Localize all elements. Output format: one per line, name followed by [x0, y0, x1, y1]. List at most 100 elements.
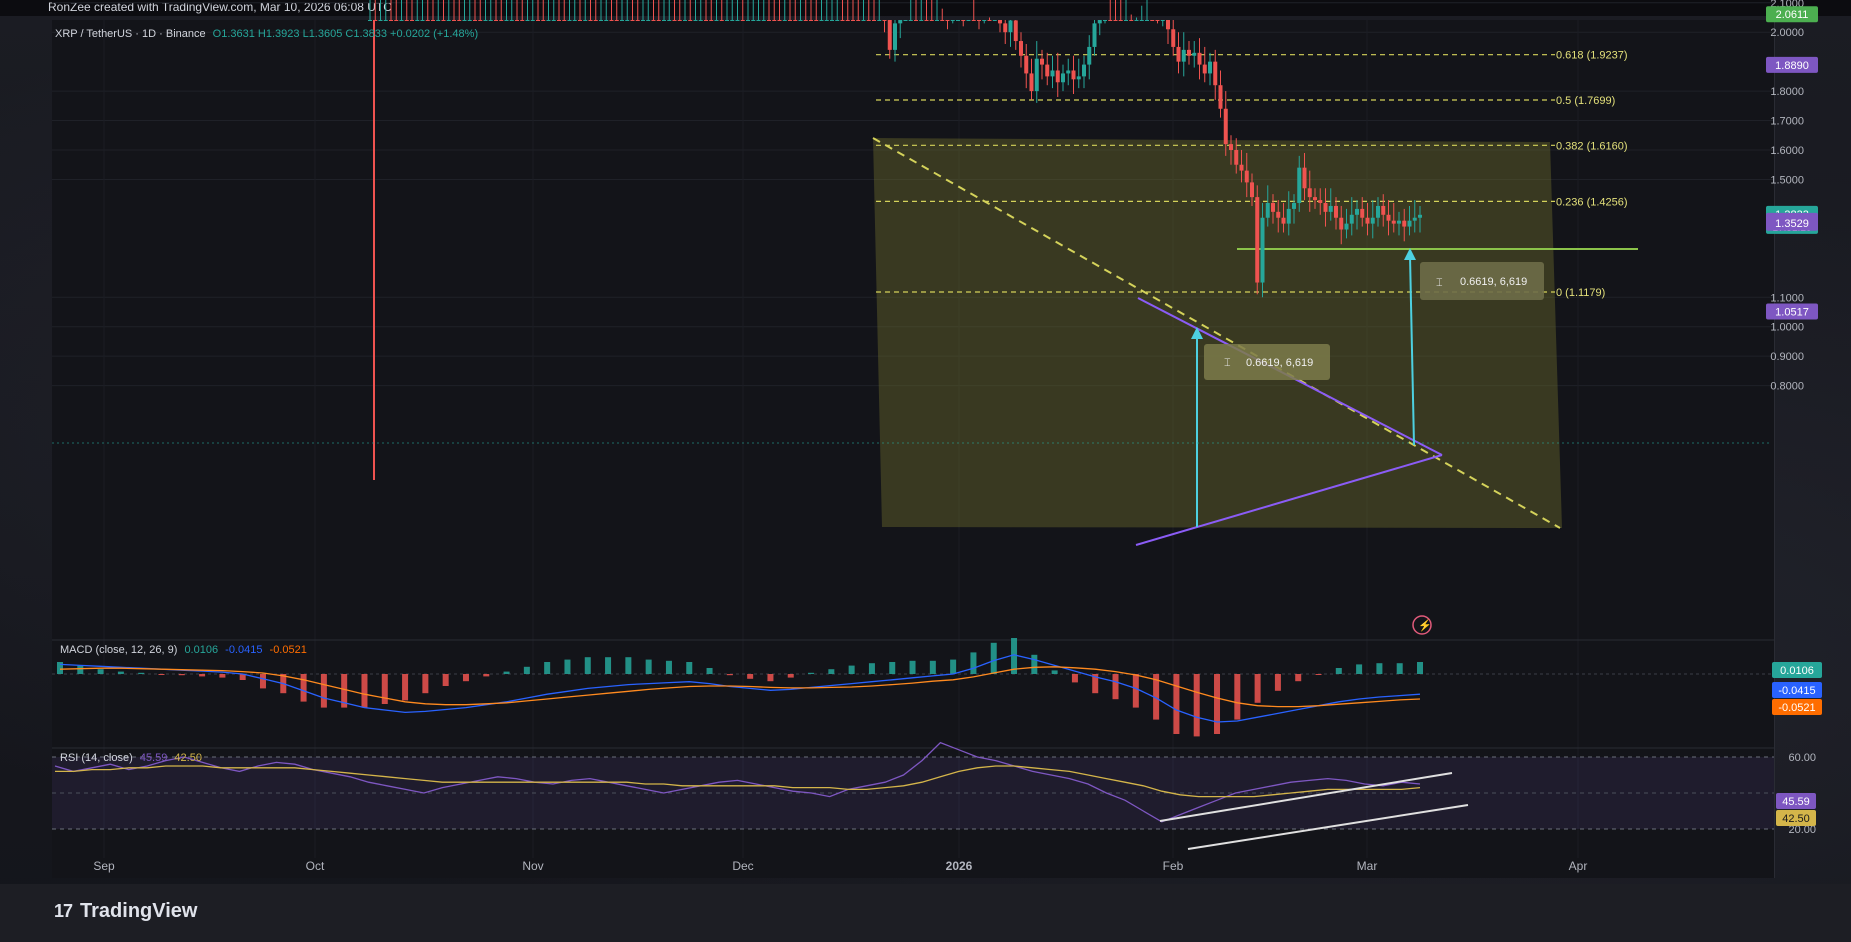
- macd-histogram-bar: [787, 674, 794, 678]
- candle-body: [520, 20, 525, 21]
- candle-body: [1192, 52, 1197, 56]
- candle-body: [499, 20, 504, 21]
- price-chart[interactable]: 1 (2.4218)0.786 (2.1428)0.618 (1.9237)0.…: [0, 0, 1851, 942]
- symbol-title: XRP / TetherUS · 1D · Binance: [55, 28, 206, 40]
- price-badge-value: 1.0517: [1775, 306, 1809, 318]
- macd-histogram-bar: [1335, 668, 1342, 674]
- measure-label-box-1[interactable]: ⌶ 0.6619, 6,619: [1204, 344, 1330, 380]
- candle-body: [562, 20, 567, 21]
- rsi-tick-label: 60.00: [1788, 752, 1816, 764]
- candle-body: [1365, 217, 1370, 224]
- candle-body: [1108, 20, 1113, 21]
- candle-body: [536, 20, 540, 21]
- macd-legend[interactable]: MACD (close, 12, 26, 9) 0.0106 -0.0415 -…: [60, 644, 307, 656]
- candle-body: [919, 20, 924, 21]
- macd-histogram-bar: [1071, 674, 1078, 683]
- macd-histogram-bar: [462, 674, 469, 682]
- candle-body: [436, 20, 441, 21]
- candle-body: [1061, 73, 1065, 83]
- macd-histogram-bar: [990, 642, 997, 674]
- candle-body: [1024, 55, 1029, 74]
- candle-body: [788, 20, 792, 21]
- price-tick-label: 0.9000: [1770, 351, 1804, 363]
- macd-histogram-bar: [950, 659, 957, 674]
- macd-histogram-bar: [442, 674, 449, 686]
- candle-body: [877, 20, 882, 21]
- candle-body: [1008, 20, 1013, 33]
- candle-body: [677, 20, 682, 21]
- macd-histogram-bar: [828, 669, 835, 674]
- macd-histogram-bar: [219, 674, 226, 678]
- candle-body: [1124, 20, 1128, 21]
- fib-level-label: 0.236 (1.4256): [1556, 196, 1628, 208]
- candle-body: [1097, 20, 1102, 24]
- lightning-icon[interactable]: ⚡: [1412, 615, 1432, 635]
- candle-body: [1092, 23, 1097, 47]
- candle-body: [530, 20, 535, 21]
- candle-body: [1145, 20, 1149, 21]
- candle-body: [714, 20, 719, 21]
- candle-body: [394, 20, 399, 21]
- macd-histogram-bar: [625, 657, 632, 674]
- candle-body: [1139, 20, 1144, 21]
- candle-body: [488, 20, 493, 21]
- candle-body: [635, 20, 640, 21]
- candle-body: [798, 20, 803, 21]
- macd-histogram-bar: [747, 674, 754, 679]
- macd-badges: 0.0106 -0.0415 -0.0521: [1772, 662, 1822, 715]
- time-axis: Sep Oct Nov Dec 2026 Feb Mar Apr: [93, 859, 1587, 873]
- macd-histogram-bar: [158, 674, 165, 675]
- candle-body: [1150, 20, 1155, 21]
- candle-body: [761, 20, 766, 21]
- candle-body: [698, 20, 703, 21]
- time-tick-label: Dec: [732, 859, 753, 873]
- candle-body: [1202, 64, 1207, 74]
- candle-body: [924, 20, 929, 21]
- candle-body: [1129, 20, 1134, 21]
- candle-body: [903, 20, 908, 21]
- candle-body: [1344, 223, 1349, 230]
- candle-body: [835, 20, 840, 21]
- candle-body: [588, 20, 593, 21]
- candle-body: [1050, 70, 1055, 77]
- macd-histogram-bar: [605, 657, 612, 674]
- symbol-legend[interactable]: XRP / TetherUS · 1D · Binance O1.3631 H1…: [55, 28, 478, 40]
- candle-body: [583, 20, 588, 21]
- macd-histogram-bar: [178, 674, 185, 676]
- price-tick-label: 1.8000: [1770, 86, 1804, 98]
- svg-text:⌶: ⌶: [1436, 277, 1443, 289]
- macd-histogram-bar: [1417, 662, 1423, 674]
- tradingview-logo[interactable]: 17 TradingView: [54, 900, 197, 923]
- candle-body: [1187, 49, 1191, 56]
- price-tick-label: 2.0000: [1770, 27, 1804, 39]
- candle-body: [1229, 144, 1233, 150]
- macd-histogram-bar: [97, 669, 104, 674]
- svg-text:⚡: ⚡: [1418, 619, 1432, 632]
- macd-histogram-bar: [422, 674, 429, 694]
- candle-body: [782, 20, 787, 21]
- measure-label-box-2[interactable]: ⌶ 0.6619, 6,619: [1420, 262, 1544, 300]
- macd-histogram-bar: [665, 660, 672, 674]
- macd-histogram-bar: [645, 659, 652, 674]
- candle-body: [452, 20, 456, 21]
- macd-histogram-bar: [57, 662, 63, 674]
- candle-body: [704, 20, 708, 21]
- candle-body: [399, 20, 404, 21]
- candle-body: [572, 20, 577, 21]
- candle-body: [793, 20, 798, 21]
- candle-body: [803, 20, 808, 21]
- candle-body: [383, 20, 388, 21]
- candle-body: [656, 20, 661, 21]
- candle-body: [368, 20, 372, 21]
- candle-body: [1040, 58, 1044, 65]
- candle-body: [1208, 61, 1212, 74]
- candle-body: [1376, 205, 1380, 218]
- measure-label-1: 0.6619, 6,619: [1246, 357, 1313, 369]
- candle-body: [593, 20, 598, 21]
- candle-body: [929, 20, 934, 21]
- macd-histogram-bar: [300, 674, 307, 702]
- rsi-legend[interactable]: RSI (14, close) 45.59 42.50: [60, 752, 202, 764]
- candle-body: [1271, 203, 1275, 212]
- candle-body: [887, 20, 892, 50]
- time-tick-label: Sep: [93, 859, 115, 873]
